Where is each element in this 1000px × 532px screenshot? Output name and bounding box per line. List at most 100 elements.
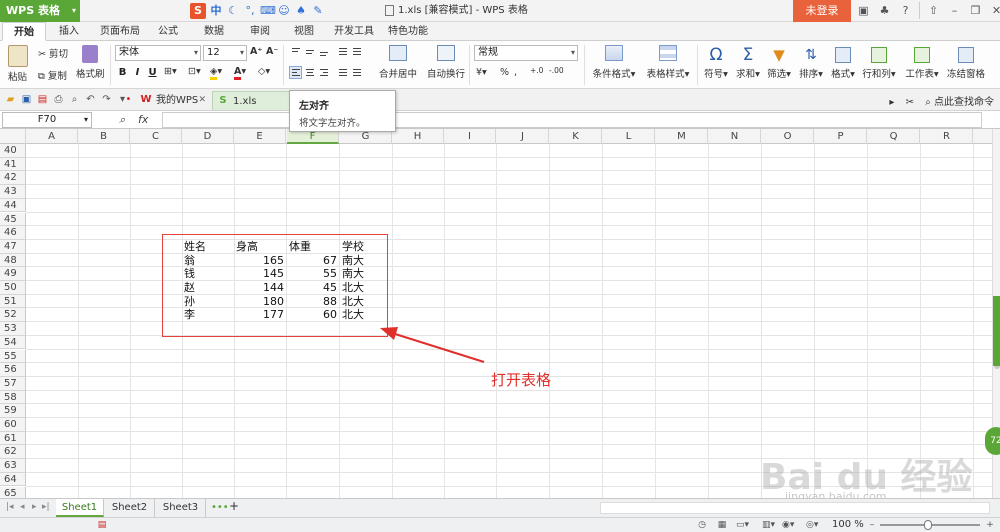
sort-button[interactable]: ⇅ 排序▾ (796, 45, 826, 80)
moon-icon[interactable]: ☾ (226, 4, 240, 18)
sheet-tab-3[interactable]: Sheet3 (156, 499, 206, 517)
row-header[interactable]: 42 (0, 171, 26, 186)
wrench-icon[interactable]: ✎ (311, 4, 325, 18)
tab-home[interactable]: 开始 (2, 22, 46, 41)
indent-decrease-button[interactable] (336, 45, 349, 58)
table-style-button[interactable]: 表格样式▾ (642, 45, 694, 80)
row-header[interactable]: 65 (0, 486, 26, 498)
add-sheet-icon[interactable]: + (229, 499, 239, 513)
shirt-icon[interactable]: ♠ (294, 4, 308, 18)
sheet-tab-1[interactable]: Sheet1 (56, 499, 104, 517)
print-preview-icon[interactable]: ⌕ (68, 93, 81, 106)
merge-format-button[interactable]: ⊡▾ (188, 66, 201, 77)
restore-icon[interactable]: ❐ (968, 2, 983, 19)
zoom-in-icon[interactable]: + (984, 519, 996, 531)
doc-tab-1xls[interactable]: S 1.xls (212, 91, 290, 110)
select-all-corner[interactable] (0, 129, 26, 144)
spreadsheet-grid[interactable]: ABCDEFGHIJKLMNOPQR 40 41 42 43 44 45 46 47 48 49 5… (0, 129, 992, 498)
format-painter-button[interactable]: 格式刷 (76, 45, 105, 80)
sheet-tab-2[interactable]: Sheet2 (105, 499, 155, 517)
freeze-panes-button[interactable]: 冻结窗格 (944, 45, 988, 80)
cut-button[interactable]: ✂ 剪切 (38, 46, 68, 60)
scissors-icon[interactable]: ✂ (906, 97, 914, 108)
app-menu-button[interactable]: WPS 表格 ▾ (0, 0, 80, 22)
horizontal-scrollbar[interactable] (600, 502, 990, 514)
column-header[interactable]: C (130, 129, 182, 144)
border-button[interactable]: ⊞▾ (164, 66, 177, 77)
auto-wrap-button[interactable]: 自动换行 (424, 45, 468, 80)
keyboard-icon[interactable]: ⌨ (260, 4, 276, 18)
open-folder-icon[interactable]: ▰ (4, 93, 17, 106)
column-header[interactable]: O (762, 129, 814, 144)
font-size-select[interactable]: 12 ▾ (203, 45, 247, 61)
sum-button[interactable]: Σ 求和▾ (734, 45, 762, 80)
reading-mode-icon[interactable]: ◉▾ (782, 519, 794, 531)
row-header[interactable]: 41 (0, 157, 26, 172)
row-header[interactable]: 47 (0, 239, 26, 254)
row-header[interactable]: 57 (0, 376, 26, 391)
punctuation-icon[interactable]: °, (243, 4, 257, 18)
distributed-button[interactable] (350, 66, 363, 79)
filter-button[interactable]: ▼ 筛选▾ (764, 45, 794, 80)
column-header[interactable]: J (497, 129, 549, 144)
tab-developer[interactable]: 开发工具 (328, 22, 380, 41)
align-top-button[interactable] (289, 45, 302, 58)
merge-center-button[interactable]: 合并居中 (376, 45, 420, 80)
row-header[interactable]: 56 (0, 363, 26, 377)
align-right-button[interactable] (317, 66, 330, 79)
column-header[interactable]: I (444, 129, 496, 144)
row-header[interactable]: 50 (0, 281, 26, 295)
skin-icon[interactable]: ▣ (856, 2, 871, 19)
row-header[interactable]: 45 (0, 212, 26, 227)
row-header[interactable]: 64 (0, 472, 26, 487)
zoom-out-icon[interactable]: – (866, 519, 878, 531)
align-middle-button[interactable] (303, 45, 316, 58)
row-header[interactable]: 60 (0, 418, 26, 432)
row-header[interactable]: 58 (0, 390, 26, 405)
column-header[interactable]: E (234, 129, 286, 144)
ime-mode-label[interactable]: 中 (209, 4, 223, 18)
row-header[interactable]: 40 (0, 144, 26, 158)
normal-view-icon[interactable]: ▦ (716, 519, 728, 531)
save-icon[interactable]: ▣ (20, 93, 33, 106)
indent-increase-button[interactable] (350, 45, 363, 58)
minimize-icon[interactable]: – (947, 2, 962, 19)
close-icon[interactable]: ✕ (989, 2, 1000, 19)
column-header[interactable]: A (26, 129, 78, 144)
row-header[interactable]: 59 (0, 404, 26, 418)
first-sheet-icon[interactable]: |◂ (6, 502, 14, 512)
align-left-button[interactable] (289, 66, 302, 79)
print-icon[interactable]: ⎙ (52, 93, 65, 106)
row-header[interactable]: 48 (0, 253, 26, 268)
bold-button[interactable]: B (116, 66, 129, 80)
justify-button[interactable] (336, 66, 349, 79)
upload-icon[interactable]: ⇧ (926, 2, 941, 19)
column-header[interactable]: H (392, 129, 444, 144)
tab-insert[interactable]: 插入 (50, 22, 88, 41)
undo-icon[interactable]: ↶ (84, 93, 97, 106)
column-header[interactable]: R (921, 129, 973, 144)
sogou-logo-icon[interactable]: S (190, 3, 206, 19)
doc-tab-my-wps[interactable]: W 我的WPS ✕ (136, 91, 210, 110)
row-header[interactable]: 63 (0, 459, 26, 473)
font-color-button[interactable]: A▾ (234, 66, 246, 80)
float-ball[interactable]: 72 (985, 427, 1000, 455)
column-header[interactable]: Q (868, 129, 920, 144)
help-icon[interactable]: ? (898, 2, 913, 19)
page-break-view-icon[interactable]: ▥▾ (762, 519, 775, 531)
align-bottom-button[interactable] (317, 45, 330, 58)
protect-icon[interactable]: ◷ (696, 519, 708, 531)
worksheet-button[interactable]: 工作表▾ (902, 45, 942, 80)
tab-formula[interactable]: 公式 (150, 22, 186, 41)
eye-icon[interactable]: ◎▾ (806, 519, 818, 531)
row-header[interactable]: 46 (0, 226, 26, 240)
symbol-button[interactable]: Ω 符号▾ (702, 45, 730, 80)
column-header[interactable]: P (815, 129, 867, 144)
tab-page-layout[interactable]: 页面布局 (92, 22, 148, 41)
column-header[interactable]: L (603, 129, 655, 144)
zoom-icon[interactable]: ⌕ (119, 113, 125, 127)
font-shrink-button[interactable]: A⁻ (266, 46, 278, 57)
tab-review[interactable]: 审阅 (242, 22, 278, 41)
conditional-format-button[interactable]: 条件格式▾ (588, 45, 640, 80)
user-icon[interactable]: ☺ (277, 4, 291, 18)
